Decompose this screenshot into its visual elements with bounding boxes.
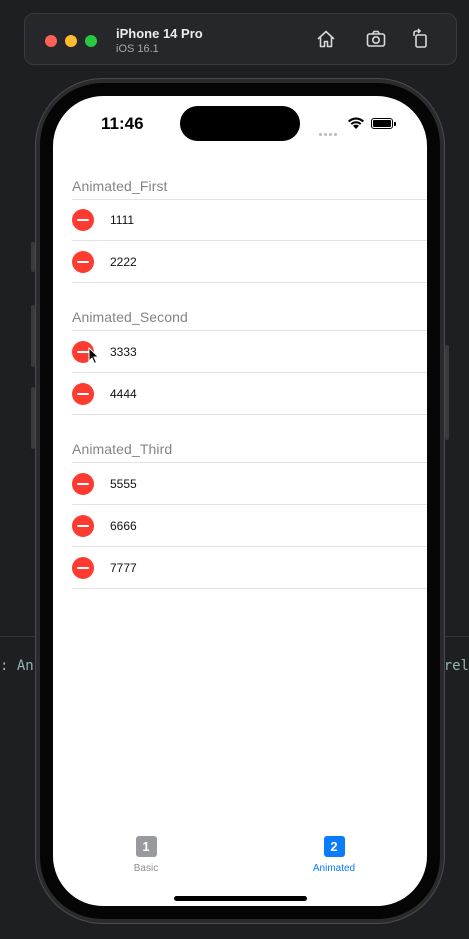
- screenshot-icon[interactable]: [365, 28, 387, 50]
- row-label: 5555: [110, 477, 137, 491]
- simulator-os-version: iOS 16.1: [116, 43, 159, 55]
- status-time: 11:46: [101, 114, 144, 133]
- volume-up-button: [31, 305, 35, 367]
- tab-basic-icon: 1: [135, 836, 157, 857]
- row-label: 7777: [110, 561, 137, 575]
- delete-row-icon[interactable]: [72, 515, 94, 537]
- mute-switch: [31, 242, 35, 272]
- row-label: 4444: [110, 387, 137, 401]
- editor-code-fragment-left: : An: [0, 658, 34, 674]
- table-row[interactable]: 5555: [72, 463, 427, 505]
- home-icon[interactable]: [315, 28, 337, 50]
- row-label: 3333: [110, 345, 137, 359]
- section-header: Animated_First: [72, 178, 168, 194]
- tab-animated-label: Animated: [312, 863, 356, 874]
- row-label: 6666: [110, 519, 137, 533]
- delete-row-icon[interactable]: [72, 473, 94, 495]
- delete-row-icon[interactable]: [72, 557, 94, 579]
- zoom-window-button[interactable]: [85, 35, 97, 47]
- simulator-toolbar: iPhone 14 Pro iOS 16.1: [24, 13, 457, 65]
- minimize-window-button[interactable]: [65, 35, 77, 47]
- dynamic-island: [180, 106, 300, 141]
- tab-basic[interactable]: 1 Basic: [106, 836, 186, 874]
- delete-row-icon[interactable]: [72, 251, 94, 273]
- table-row[interactable]: 2222: [72, 241, 427, 283]
- tab-animated[interactable]: 2 Animated: [294, 836, 374, 874]
- table-row[interactable]: 4444: [72, 373, 427, 415]
- table-row[interactable]: 6666: [72, 505, 427, 547]
- section-header: Animated_Third: [72, 441, 173, 457]
- mouse-cursor-icon: [88, 347, 100, 365]
- row-label: 2222: [110, 255, 137, 269]
- table-row[interactable]: 3333: [72, 331, 427, 373]
- close-window-button[interactable]: [45, 35, 57, 47]
- table-row[interactable]: 7777: [72, 547, 427, 589]
- cellular-signal-icon: [319, 123, 339, 141]
- wifi-icon: [348, 117, 364, 129]
- battery-icon: [371, 118, 396, 129]
- delete-row-icon[interactable]: [72, 209, 94, 231]
- simulator-device-name: iPhone 14 Pro: [116, 26, 203, 41]
- table-row[interactable]: 1111: [72, 199, 427, 241]
- tab-basic-label: Basic: [133, 863, 159, 874]
- tab-bar: 1 Basic 2 Animated: [53, 832, 427, 906]
- row-separator: [72, 414, 427, 415]
- device-screen: 11:46 Animated_First 1111 2222 Animated_…: [53, 96, 427, 906]
- row-label: 1111: [110, 213, 135, 227]
- section-header: Animated_Second: [72, 309, 188, 325]
- rotate-icon[interactable]: [410, 28, 432, 50]
- volume-down-button: [31, 387, 35, 449]
- editor-code-fragment-right: rel: [443, 658, 469, 674]
- row-separator: [72, 282, 427, 283]
- home-indicator: [174, 896, 307, 901]
- delete-row-icon[interactable]: [72, 383, 94, 405]
- power-button: [445, 345, 449, 440]
- tab-animated-icon: 2: [323, 836, 345, 857]
- row-separator: [72, 588, 427, 589]
